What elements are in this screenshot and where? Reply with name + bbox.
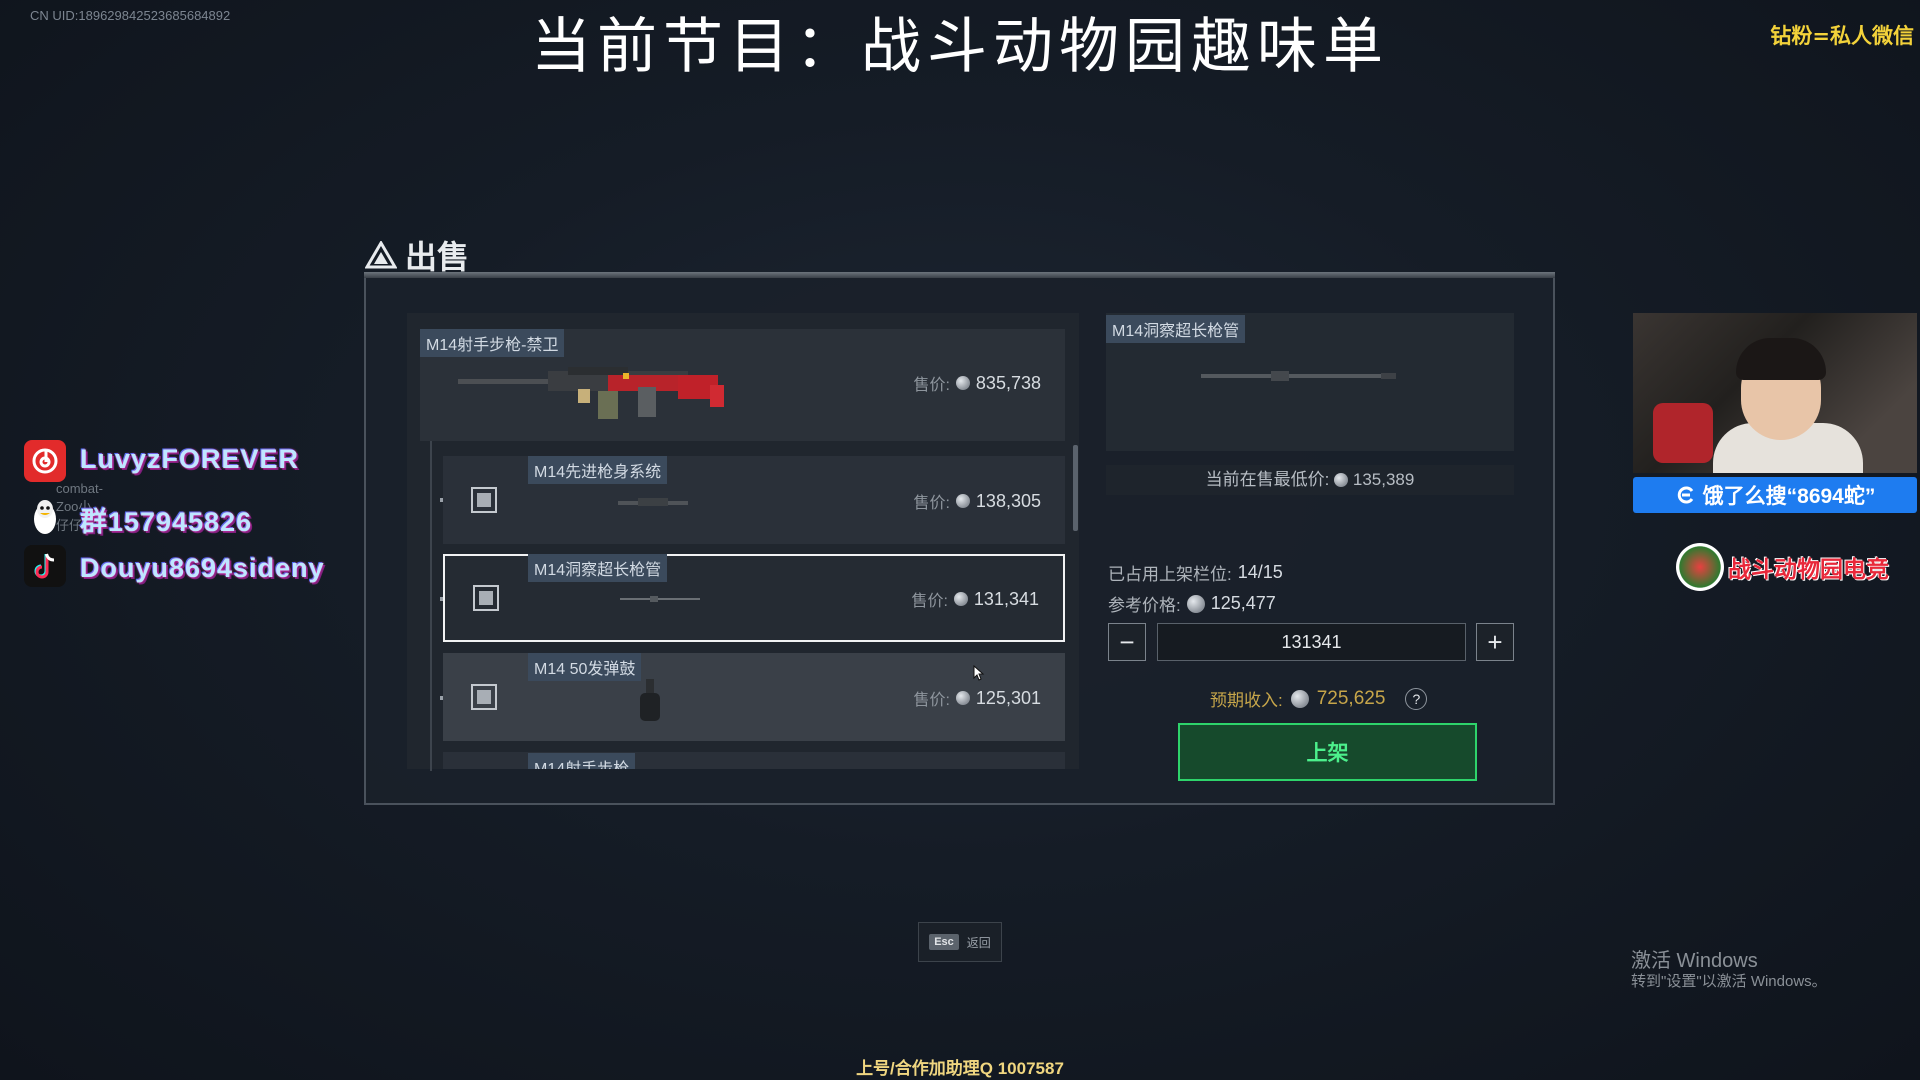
item-name: M14洞察超长枪管 [528, 554, 668, 582]
netease-music-icon [24, 440, 66, 482]
item-checkbox[interactable] [473, 585, 499, 611]
tree-connector [430, 441, 432, 771]
rifle-image [458, 367, 724, 419]
item-row-selected[interactable]: M14洞察超长枪管 售价: 131,341 [443, 554, 1065, 642]
main-item-price: 售价: 835,738 [913, 371, 1041, 395]
barrel-system-image [618, 498, 688, 506]
item-checkbox[interactable] [471, 684, 497, 710]
item-price: 售价: 138,305 [913, 489, 1041, 513]
long-barrel-image [620, 596, 700, 602]
price-label: 售价: [911, 593, 948, 610]
ref-price-info: 参考价格: 125,477 [1108, 591, 1276, 616]
coin-icon [1186, 594, 1205, 613]
price-value: 125,301 [975, 687, 1041, 708]
windows-activate-title: 激活 Windows [1631, 950, 1758, 972]
social-qq-text: 群157945826 [80, 507, 253, 537]
slots-value: 14/15 [1237, 562, 1283, 582]
price-value: 131,341 [973, 588, 1039, 609]
price-label: 售价: [913, 495, 950, 512]
zoo-emblem-icon [1676, 543, 1724, 591]
panel-top-strip [364, 272, 1555, 278]
item-checkbox[interactable] [471, 487, 497, 513]
decrease-button[interactable]: − [1108, 623, 1146, 661]
lowest-price-label: 当前在售最低价: [1205, 470, 1330, 489]
coin-icon [953, 592, 968, 606]
slots-info: 已占用上架栏位: 14/15 [1108, 560, 1283, 585]
price-input[interactable]: 131341 [1157, 623, 1466, 661]
preview-barrel-image [1201, 371, 1396, 381]
expected-income: 预期收入: 725,625 ? [1210, 686, 1428, 711]
coin-icon [955, 494, 970, 508]
price-value: 138,305 [975, 490, 1041, 511]
program-title: 当前节目：战斗动物园趣味单 [531, 12, 1389, 82]
lowest-price-bar: 当前在售最低价: 135,389 [1106, 465, 1514, 495]
coin-icon [955, 376, 970, 390]
zoo-logo-text: 战斗动物园电竞 [1728, 556, 1889, 582]
coin-icon [1334, 473, 1349, 487]
social-douyin-text: Douyu8694sideny [80, 553, 325, 583]
windows-activate-sub: 转到"设置"以激活 Windows。 [1631, 973, 1827, 990]
esc-label: 返回 [966, 935, 991, 950]
checkbox-mark [477, 493, 491, 507]
bottom-ad: 上号/合作加助理Q 1007587 [856, 1059, 1064, 1078]
slots-label: 已占用上架栏位: [1108, 565, 1232, 584]
checkbox-mark [477, 690, 491, 704]
webcam-feed [1633, 313, 1917, 473]
sell-triangle-icon [365, 241, 397, 269]
coin-icon [1290, 689, 1309, 708]
income-value: 725,625 [1316, 687, 1386, 709]
webcam-chair [1653, 403, 1713, 463]
item-row-partial[interactable]: M14射手步枪 [443, 752, 1065, 769]
help-icon[interactable]: ? [1405, 687, 1428, 710]
lowest-price-value: 135,389 [1352, 470, 1415, 489]
ref-price-label: 参考价格: [1108, 596, 1181, 615]
coin-icon [955, 691, 970, 705]
eleme-logo-icon [1677, 486, 1693, 504]
item-row[interactable]: M14先进枪身系统 售价: 138,305 [443, 456, 1065, 544]
item-name: M14射手步枪 [528, 753, 636, 769]
item-price: 售价: 125,301 [913, 686, 1041, 710]
webcam-person-hair [1736, 338, 1826, 380]
item-row[interactable]: M14 50发弹鼓 售价: 125,301 [443, 653, 1065, 741]
checkbox-mark [479, 591, 493, 605]
douyin-icon [24, 545, 66, 587]
esc-back-button[interactable]: Esc 返回 [918, 922, 1002, 962]
mouse-cursor-icon [973, 665, 985, 681]
list-for-sale-button[interactable]: 上架 [1178, 723, 1477, 781]
ref-price-value: 125,477 [1210, 593, 1276, 613]
drum-magazine-image [640, 679, 660, 721]
item-price: 售价: 131,341 [911, 587, 1039, 611]
esc-key-icon: Esc [929, 934, 959, 950]
price-label: 售价: [913, 692, 950, 709]
zoo-esports-logo: 战斗动物园电竞 [1676, 543, 1889, 591]
preview-item-name: M14洞察超长枪管 [1106, 315, 1246, 343]
price-label: 售价: [913, 377, 950, 394]
top-right-note: 钻粉=私人微信 [1770, 23, 1914, 48]
search-badge: 饿了么搜“8694蛇” [1633, 477, 1917, 513]
main-item-row[interactable]: M14射手步枪-禁卫 售价: 835,738 [420, 329, 1065, 441]
item-name: M14先进枪身系统 [528, 456, 668, 484]
search-badge-text: 饿了么搜“8694蛇” [1702, 485, 1876, 508]
price-value: 835,738 [975, 372, 1041, 393]
increase-button[interactable]: + [1476, 623, 1514, 661]
social-netease-text: LuvyzFOREVER [80, 444, 300, 474]
item-list-scrollbar[interactable] [1073, 445, 1078, 531]
income-label: 预期收入: [1210, 691, 1283, 710]
item-name: M14 50发弹鼓 [528, 653, 642, 681]
qq-penguin-icon [24, 496, 66, 538]
